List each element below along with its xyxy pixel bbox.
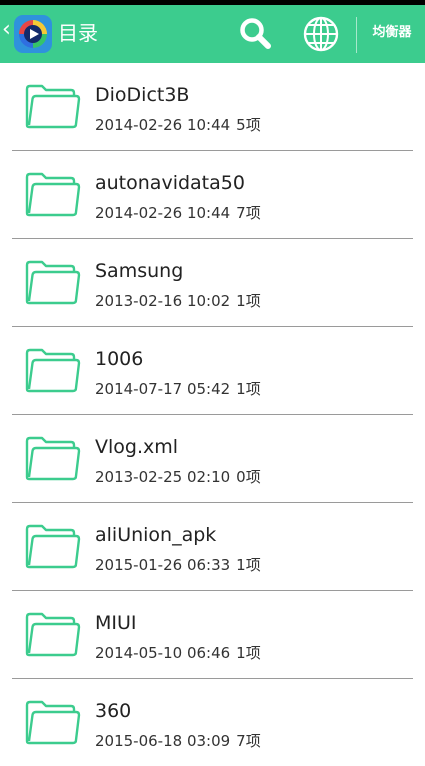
file-item-count: 1项 [236, 292, 261, 310]
file-list: DioDict3B 2014-02-26 10:44 5项 autonavidata5… [0, 63, 425, 766]
folder-icon [25, 84, 81, 129]
video-player-app-icon[interactable] [14, 15, 52, 53]
language-button[interactable] [301, 15, 341, 53]
file-date: 2014-02-26 10:44 [95, 116, 231, 134]
globe-icon [303, 16, 339, 52]
page-title: 目录 [58, 21, 98, 45]
folder-icon [25, 172, 81, 217]
folder-icon [25, 524, 81, 569]
file-meta: 2015-06-18 03:09 7项 [95, 731, 261, 751]
file-name: MIUI [95, 612, 137, 634]
chevron-left-icon[interactable]: ‹ [2, 19, 11, 41]
file-meta: 2013-02-25 02:10 0项 [95, 467, 261, 487]
file-list-item[interactable]: autonavidata50 2014-02-26 10:44 7项 [12, 151, 413, 239]
file-date: 2015-06-18 03:09 [95, 732, 231, 750]
file-date: 2013-02-16 10:02 [95, 292, 231, 310]
file-meta: 2014-02-26 10:44 5项 [95, 115, 261, 135]
file-item-count: 1项 [236, 644, 261, 662]
file-list-item[interactable]: 1006 2014-07-17 05:42 1项 [12, 327, 413, 415]
file-meta: 2014-02-26 10:44 7项 [95, 203, 261, 223]
file-item-count: 5项 [236, 116, 261, 134]
file-list-item[interactable]: MIUI 2014-05-10 06:46 1项 [12, 591, 413, 679]
file-name: Vlog.xml [95, 436, 179, 458]
file-item-count: 7项 [236, 732, 261, 750]
file-date: 2014-02-26 10:44 [95, 204, 231, 222]
folder-icon [25, 260, 81, 305]
file-date: 2015-01-26 06:33 [95, 556, 231, 574]
file-name: Samsung [95, 260, 184, 282]
file-list-item[interactable]: aliUnion_apk 2015-01-26 06:33 1项 [12, 503, 413, 591]
file-list-item[interactable]: Samsung 2013-02-16 10:02 1项 [12, 239, 413, 327]
file-list-item[interactable]: 360 2015-06-18 03:09 7项 [12, 679, 413, 766]
folder-icon [25, 700, 81, 745]
file-name: 360 [95, 700, 132, 722]
file-item-count: 0项 [236, 468, 261, 486]
file-meta: 2015-01-26 06:33 1项 [95, 555, 261, 575]
file-name: 1006 [95, 348, 144, 370]
file-name: autonavidata50 [95, 172, 245, 194]
file-date: 2013-02-25 02:10 [95, 468, 231, 486]
search-icon [240, 18, 271, 49]
folder-icon [25, 612, 81, 657]
app-bar: ‹ 目录 均衡器 [0, 5, 425, 63]
file-list-item[interactable]: Vlog.xml 2013-02-25 02:10 0项 [12, 415, 413, 503]
file-meta: 2014-05-10 06:46 1项 [95, 643, 261, 663]
file-item-count: 7项 [236, 204, 261, 222]
folder-icon [25, 348, 81, 393]
file-date: 2014-05-10 06:46 [95, 644, 231, 662]
file-list-item[interactable]: DioDict3B 2014-02-26 10:44 5项 [12, 63, 413, 151]
file-meta: 2013-02-16 10:02 1项 [95, 291, 261, 311]
file-item-count: 1项 [236, 380, 261, 398]
file-name: aliUnion_apk [95, 524, 217, 546]
toolbar-divider [356, 17, 357, 53]
equalizer-button[interactable]: 均衡器 [362, 23, 422, 43]
folder-icon [25, 436, 81, 481]
file-item-count: 1项 [236, 556, 261, 574]
file-name: DioDict3B [95, 84, 190, 106]
file-meta: 2014-07-17 05:42 1项 [95, 379, 261, 399]
search-button[interactable] [236, 15, 276, 53]
file-date: 2014-07-17 05:42 [95, 380, 231, 398]
